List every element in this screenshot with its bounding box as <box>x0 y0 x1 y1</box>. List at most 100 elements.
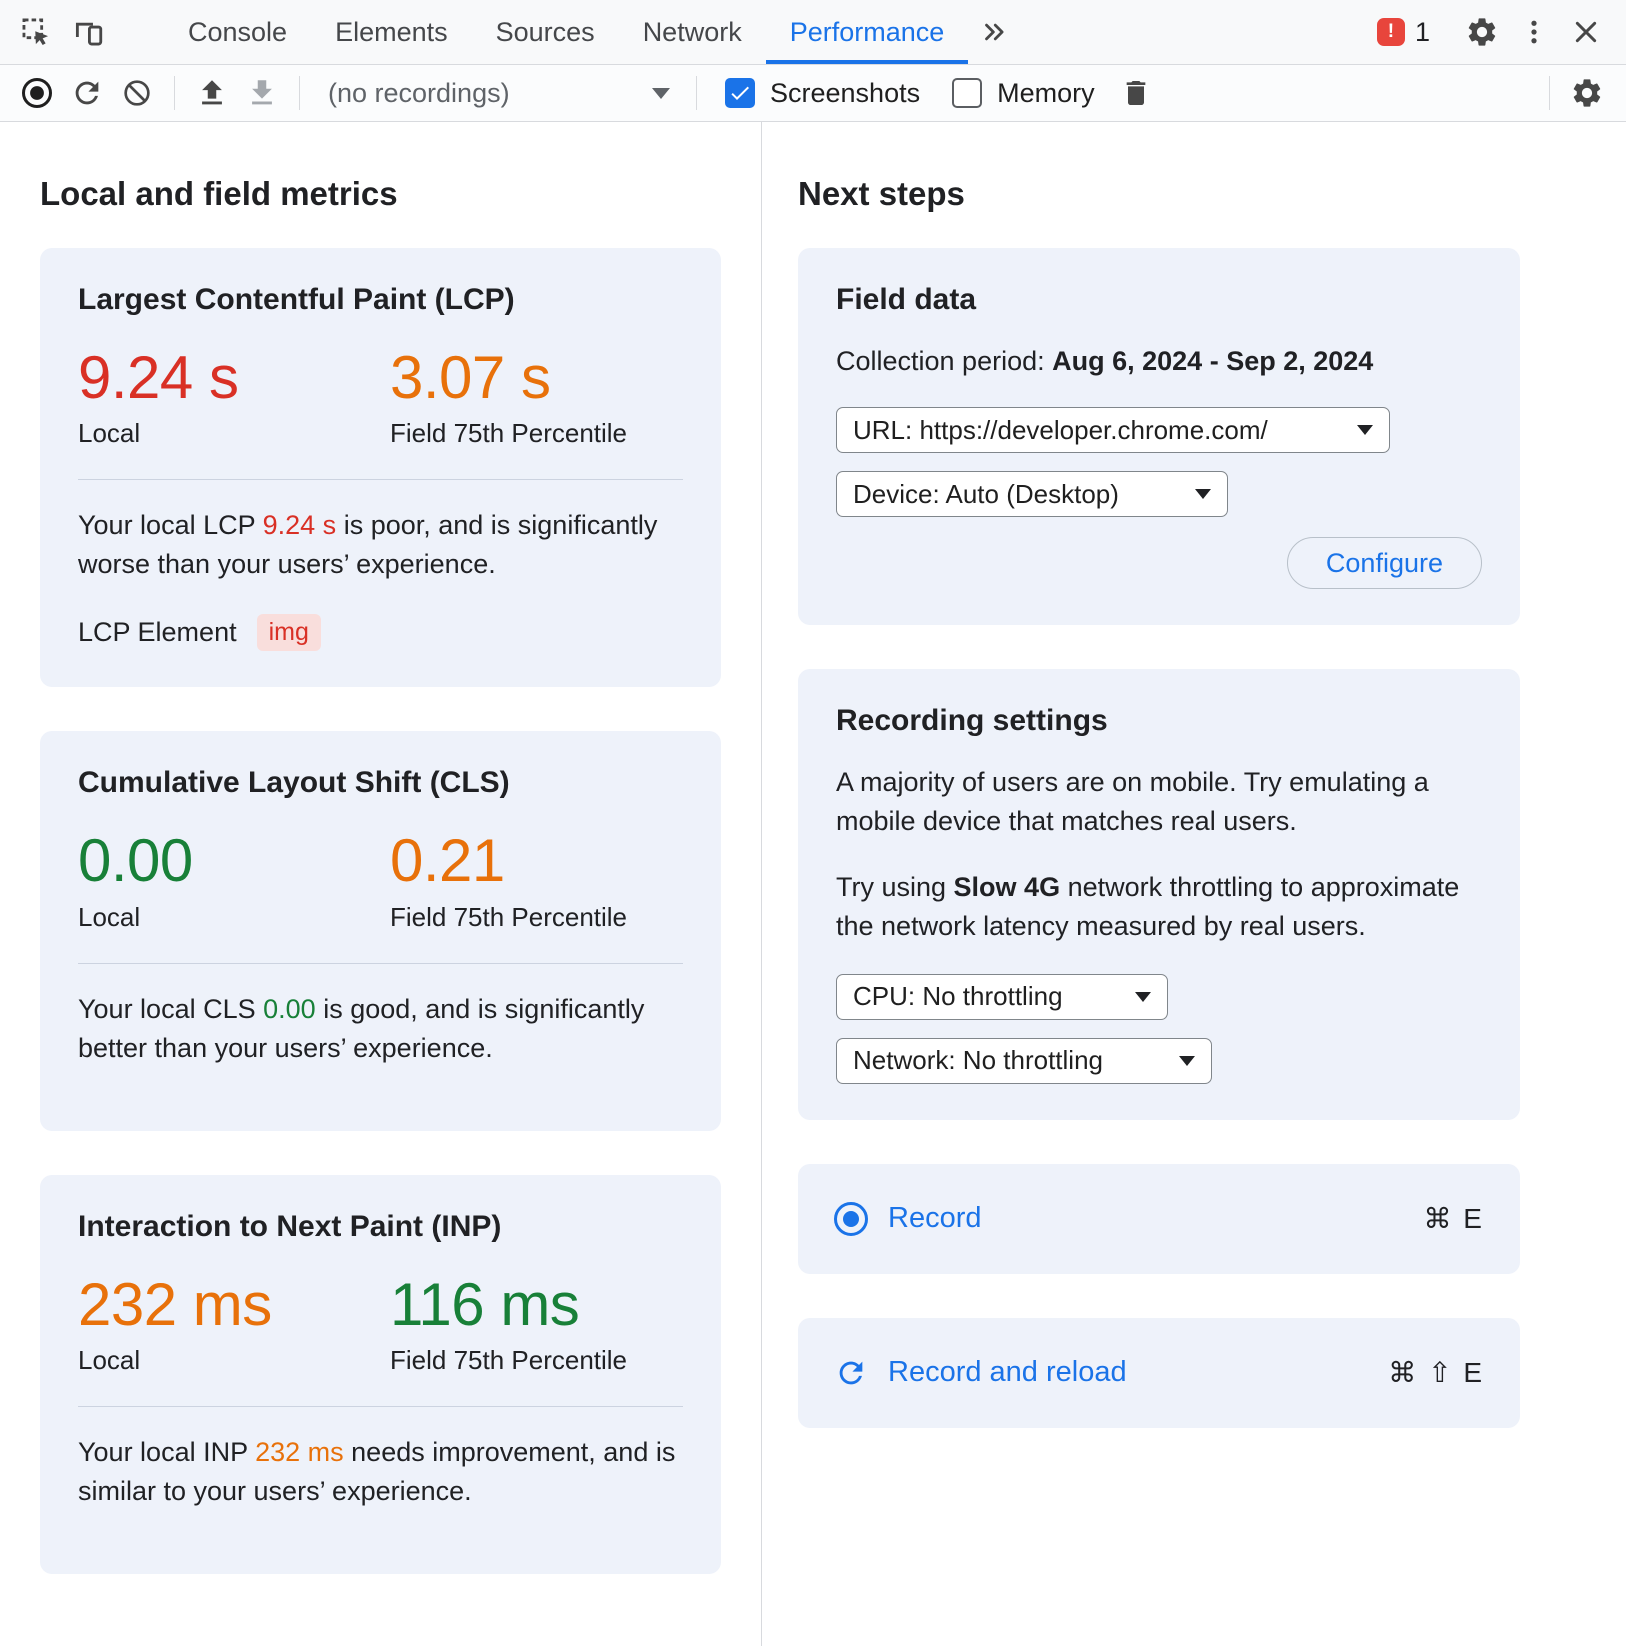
record-icon[interactable] <box>12 70 62 116</box>
cpu-throttling-select[interactable]: CPU: No throttling <box>836 974 1168 1020</box>
panel-settings-gear-icon[interactable] <box>1562 70 1612 116</box>
cls-local-label: Local <box>78 902 390 933</box>
divider <box>1549 76 1550 110</box>
cpu-select-value: CPU: No throttling <box>853 981 1063 1012</box>
error-badge-glyph: ! <box>1388 21 1394 43</box>
performance-toolbar: (no recordings) Screenshots Memory <box>0 65 1626 122</box>
configure-row: Configure <box>836 537 1482 589</box>
inp-local-value: 232 ms <box>78 1273 390 1338</box>
metrics-section-title: Local and field metrics <box>40 174 721 214</box>
recordings-dropdown[interactable]: (no recordings) <box>312 71 684 115</box>
configure-button[interactable]: Configure <box>1287 537 1482 589</box>
memory-checkbox-row[interactable]: Memory <box>952 78 1095 109</box>
lcp-element-row: LCP Element img <box>78 614 683 651</box>
mobile-emulation-note: A majority of users are on mobile. Try e… <box>836 763 1482 841</box>
tab-network[interactable]: Network <box>619 0 766 64</box>
panel-content: Local and field metrics Largest Contentf… <box>0 122 1626 1646</box>
tab-network-label: Network <box>643 17 742 48</box>
devtools-window: Console Elements Sources Network Perform… <box>0 0 1626 1646</box>
save-profile-icon[interactable] <box>237 70 287 116</box>
reload-record-icon[interactable] <box>62 70 112 116</box>
cls-card-title: Cumulative Layout Shift (CLS) <box>78 765 683 801</box>
network-throttling-select[interactable]: Network: No throttling <box>836 1038 1212 1084</box>
record-icon <box>834 1202 868 1236</box>
lcp-card-title: Largest Contentful Paint (LCP) <box>78 282 683 318</box>
record-shortcut: ⌘ E <box>1424 1202 1484 1235</box>
cls-desc-value: 0.00 <box>263 994 316 1024</box>
lcp-local-column: 9.24 s Local <box>78 346 390 450</box>
field-data-card: Field data Collection period: Aug 6, 202… <box>798 248 1520 626</box>
screenshots-checkbox-row[interactable]: Screenshots <box>725 78 920 109</box>
inp-field-column: 116 ms Field 75th Percentile <box>390 1273 702 1377</box>
clear-icon[interactable] <box>112 70 162 116</box>
chevron-down-icon <box>652 88 670 99</box>
cls-values-row: 0.00 Local 0.21 Field 75th Percentile <box>78 829 683 933</box>
memory-checkbox[interactable] <box>952 78 982 108</box>
lcp-local-value: 9.24 s <box>78 346 390 411</box>
cls-metric-card: Cumulative Layout Shift (CLS) 0.00 Local… <box>40 731 721 1131</box>
inp-description: Your local INP 232 ms needs improvement,… <box>78 1433 678 1511</box>
record-reload-action-left: Record and reload <box>834 1356 1127 1390</box>
divider <box>174 76 175 110</box>
tab-console[interactable]: Console <box>164 0 311 64</box>
inspect-element-icon[interactable] <box>10 6 62 58</box>
cls-field-value: 0.21 <box>390 829 702 894</box>
chevron-down-icon <box>1135 992 1151 1002</box>
url-select[interactable]: URL: https://developer.chrome.com/ <box>836 407 1390 453</box>
close-icon[interactable] <box>1560 6 1612 58</box>
inp-card-title: Interaction to Next Paint (INP) <box>78 1209 683 1245</box>
divider <box>696 76 697 110</box>
chevron-down-icon <box>1179 1056 1195 1066</box>
tab-sources[interactable]: Sources <box>472 0 619 64</box>
collect-garbage-icon[interactable] <box>1111 70 1161 116</box>
inp-values-row: 232 ms Local 116 ms Field 75th Percentil… <box>78 1273 683 1377</box>
cls-field-label: Field 75th Percentile <box>390 902 702 933</box>
cls-desc-text: Your local CLS <box>78 994 263 1024</box>
record-action-card[interactable]: Record ⌘ E <box>798 1164 1520 1274</box>
record-action-left: Record <box>834 1202 982 1236</box>
divider <box>78 1406 683 1407</box>
tab-performance[interactable]: Performance <box>766 0 969 64</box>
error-count[interactable]: 1 <box>1415 17 1430 48</box>
more-tabs-icon[interactable] <box>968 6 1020 58</box>
screenshots-checkbox[interactable] <box>725 78 755 108</box>
lcp-field-label: Field 75th Percentile <box>390 418 702 449</box>
device-toolbar-icon[interactable] <box>62 6 114 58</box>
tab-console-label: Console <box>188 17 287 48</box>
kebab-menu-icon[interactable] <box>1508 6 1560 58</box>
inp-desc-text: Your local INP <box>78 1437 255 1467</box>
lcp-element-label: LCP Element <box>78 617 237 648</box>
collection-period: Collection period: Aug 6, 2024 - Sep 2, … <box>836 342 1482 381</box>
record-reload-action-card[interactable]: Record and reload ⌘ ⇧ E <box>798 1318 1520 1428</box>
field-data-title: Field data <box>836 282 1482 318</box>
tab-elements-label: Elements <box>335 17 448 48</box>
lcp-field-column: 3.07 s Field 75th Percentile <box>390 346 702 450</box>
load-profile-icon[interactable] <box>187 70 237 116</box>
error-badge-icon[interactable]: ! <box>1377 18 1405 46</box>
devtools-tabbar: Console Elements Sources Network Perform… <box>0 0 1626 65</box>
tab-performance-label: Performance <box>790 17 945 48</box>
lcp-local-label: Local <box>78 418 390 449</box>
next-steps-column: Next steps Field data Collection period:… <box>762 122 1626 1646</box>
throttling-note-text: Try using <box>836 872 954 902</box>
device-select[interactable]: Device: Auto (Desktop) <box>836 471 1228 517</box>
tab-elements[interactable]: Elements <box>311 0 472 64</box>
inp-field-value: 116 ms <box>390 1273 702 1338</box>
lcp-desc-text: Your local LCP <box>78 510 263 540</box>
lcp-metric-card: Largest Contentful Paint (LCP) 9.24 s Lo… <box>40 248 721 688</box>
settings-gear-icon[interactable] <box>1456 6 1508 58</box>
inp-local-label: Local <box>78 1345 390 1376</box>
divider <box>299 76 300 110</box>
url-select-value: URL: https://developer.chrome.com/ <box>853 415 1268 446</box>
chevron-down-icon <box>1357 425 1373 435</box>
inp-desc-value: 232 ms <box>255 1437 344 1467</box>
cls-description: Your local CLS 0.00 is good, and is sign… <box>78 990 678 1068</box>
recordings-dropdown-value: (no recordings) <box>328 78 510 109</box>
record-reload-shortcut: ⌘ ⇧ E <box>1388 1356 1484 1389</box>
next-steps-title: Next steps <box>798 174 1520 214</box>
tab-sources-label: Sources <box>496 17 595 48</box>
record-reload-action-label: Record and reload <box>888 1356 1127 1389</box>
lcp-element-link[interactable]: img <box>257 614 321 651</box>
inp-field-label: Field 75th Percentile <box>390 1345 702 1376</box>
divider <box>78 963 683 964</box>
